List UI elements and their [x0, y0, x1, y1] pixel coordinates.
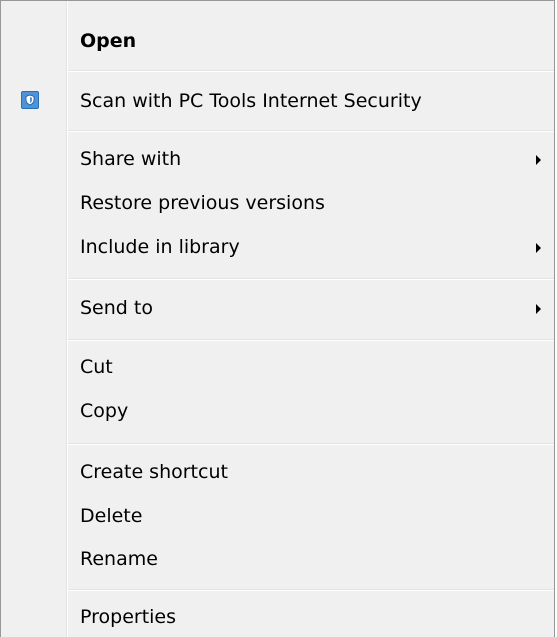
chevron-right-icon	[536, 304, 541, 314]
menu-item-cut[interactable]: Cut	[1, 347, 554, 387]
menu-item-label: Share with	[80, 148, 182, 170]
menu-item-label: Include in library	[80, 236, 240, 258]
menu-item-properties[interactable]: Properties	[1, 597, 554, 637]
menu-item-include-in-library[interactable]: Include in library	[1, 227, 554, 267]
menu-item-label: Cut	[80, 356, 113, 378]
chevron-right-icon	[536, 155, 541, 165]
menu-item-scan[interactable]: Scan with PC Tools Internet Security	[1, 81, 554, 121]
menu-item-open[interactable]: Open	[1, 21, 554, 61]
menu-item-label: Rename	[80, 548, 158, 570]
context-menu: Open Scan with PC Tools Internet Securit…	[0, 0, 555, 637]
menu-separator	[68, 443, 554, 445]
chevron-right-icon	[536, 243, 541, 253]
menu-item-copy[interactable]: Copy	[1, 391, 554, 431]
menu-item-label: Create shortcut	[80, 461, 228, 483]
menu-item-create-shortcut[interactable]: Create shortcut	[1, 452, 554, 492]
menu-item-label: Scan with PC Tools Internet Security	[80, 90, 422, 112]
menu-item-label: Open	[80, 30, 137, 52]
menu-item-label: Restore previous versions	[80, 192, 325, 214]
menu-separator	[68, 278, 554, 280]
menu-item-share-with[interactable]: Share with	[1, 139, 554, 179]
menu-item-label: Delete	[80, 505, 143, 527]
shield-icon	[21, 91, 39, 109]
menu-item-label: Properties	[80, 606, 177, 628]
menu-item-label: Copy	[80, 400, 129, 422]
menu-separator	[68, 70, 554, 72]
menu-item-label: Send to	[80, 297, 153, 319]
menu-separator	[68, 130, 554, 132]
menu-item-send-to[interactable]: Send to	[1, 288, 554, 328]
menu-item-restore-previous-versions[interactable]: Restore previous versions	[1, 183, 554, 223]
menu-separator	[68, 339, 554, 341]
menu-item-rename[interactable]: Rename	[1, 539, 554, 579]
menu-separator	[68, 589, 554, 591]
menu-item-delete[interactable]: Delete	[1, 496, 554, 536]
